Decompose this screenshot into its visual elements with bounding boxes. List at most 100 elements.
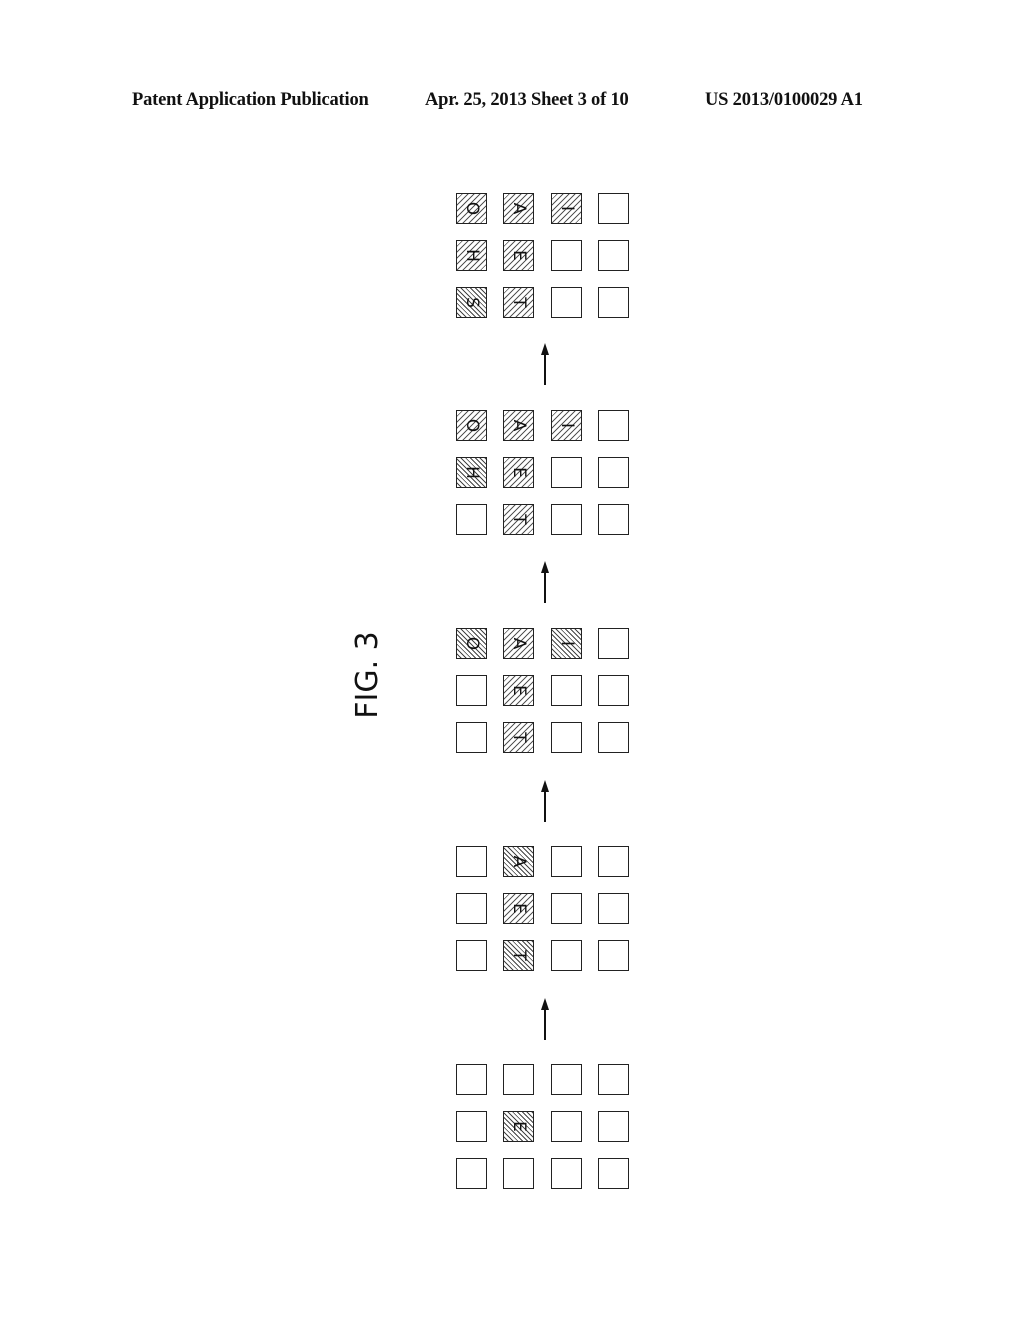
publication-type: Patent Application Publication: [132, 90, 369, 110]
empty-tile: [551, 240, 582, 271]
tile-letter: A: [509, 637, 529, 650]
letter-tile: I: [551, 193, 582, 224]
letter-tile: A: [503, 846, 534, 877]
empty-tile: [456, 504, 487, 535]
tile-letter: H: [462, 249, 482, 262]
arrow-up-icon: [541, 561, 549, 603]
letter-tile: S: [456, 287, 487, 318]
letter-tile: A: [503, 628, 534, 659]
empty-tile: [551, 504, 582, 535]
tile-letter: A: [509, 202, 529, 215]
letter-tile: A: [503, 193, 534, 224]
empty-tile: [598, 240, 629, 271]
tile-letter: T: [509, 950, 529, 961]
empty-tile: [598, 846, 629, 877]
tile-letter: I: [557, 422, 577, 428]
tile-letter: O: [462, 418, 482, 433]
empty-tile: [503, 1158, 534, 1189]
empty-tile: [551, 940, 582, 971]
empty-tile: [551, 1111, 582, 1142]
letter-tile: T: [503, 504, 534, 535]
empty-tile: [551, 1158, 582, 1189]
arrow-up-icon: [541, 780, 549, 822]
letter-tile: I: [551, 410, 582, 441]
tile-letter: I: [557, 205, 577, 211]
empty-tile: [598, 193, 629, 224]
empty-tile: [456, 893, 487, 924]
letter-tile: O: [456, 193, 487, 224]
letter-tile: E: [503, 893, 534, 924]
empty-tile: [598, 1064, 629, 1095]
publication-date-sheet: Apr. 25, 2013 Sheet 3 of 10: [425, 90, 629, 110]
arrow-shaft: [544, 353, 546, 385]
letter-tile: T: [503, 287, 534, 318]
tile-letter: I: [557, 640, 577, 646]
arrow-up-icon: [541, 343, 549, 385]
letter-tile: E: [503, 457, 534, 488]
empty-tile: [551, 893, 582, 924]
letter-tile: E: [503, 675, 534, 706]
empty-tile: [551, 287, 582, 318]
empty-tile: [598, 1158, 629, 1189]
empty-tile: [598, 628, 629, 659]
empty-tile: [456, 1158, 487, 1189]
empty-tile: [503, 1064, 534, 1095]
empty-tile: [598, 504, 629, 535]
tile-letter: E: [509, 467, 529, 478]
tile-letter: A: [509, 419, 529, 432]
empty-tile: [551, 1064, 582, 1095]
letter-tile: H: [456, 240, 487, 271]
empty-tile: [598, 287, 629, 318]
letter-tile: O: [456, 410, 487, 441]
tile-letter: H: [462, 466, 482, 479]
empty-tile: [456, 846, 487, 877]
empty-tile: [598, 1111, 629, 1142]
arrow-shaft: [544, 1008, 546, 1040]
empty-tile: [598, 893, 629, 924]
tile-letter: E: [509, 903, 529, 914]
stage-grid-3: O A I E T: [456, 628, 632, 756]
letter-tile: A: [503, 410, 534, 441]
empty-tile: [598, 410, 629, 441]
stage-grid-5: O A I H E S T: [456, 193, 632, 321]
empty-tile: [598, 675, 629, 706]
tile-letter: O: [462, 636, 482, 651]
letter-tile: H: [456, 457, 487, 488]
arrow-up-icon: [541, 998, 549, 1040]
arrow-shaft: [544, 571, 546, 603]
empty-tile: [456, 1111, 487, 1142]
empty-tile: [551, 722, 582, 753]
page-header: Patent Application Publication Apr. 25, …: [0, 90, 1024, 114]
empty-tile: [551, 675, 582, 706]
empty-tile: [456, 722, 487, 753]
letter-tile: T: [503, 722, 534, 753]
empty-tile: [598, 940, 629, 971]
empty-tile: [456, 1064, 487, 1095]
empty-tile: [598, 722, 629, 753]
tile-letter: O: [462, 201, 482, 216]
stage-grid-1: E: [456, 1064, 632, 1192]
tile-letter: E: [509, 250, 529, 261]
tile-letter: T: [509, 297, 529, 308]
empty-tile: [598, 457, 629, 488]
letter-tile: O: [456, 628, 487, 659]
tile-letter: T: [509, 732, 529, 743]
empty-tile: [551, 846, 582, 877]
letter-tile: T: [503, 940, 534, 971]
tile-letter: E: [509, 685, 529, 696]
tile-letter: A: [509, 855, 529, 868]
tile-letter: S: [462, 297, 482, 308]
letter-tile: E: [503, 240, 534, 271]
letter-tile: E: [503, 1111, 534, 1142]
stage-grid-2: A E T: [456, 846, 632, 974]
empty-tile: [456, 940, 487, 971]
figure-label: FIG. 3: [350, 631, 385, 719]
empty-tile: [456, 675, 487, 706]
tile-letter: T: [509, 514, 529, 525]
stage-grid-4: O A I H E T: [456, 410, 632, 538]
arrow-shaft: [544, 790, 546, 822]
publication-number: US 2013/0100029 A1: [705, 90, 863, 110]
tile-letter: E: [509, 1121, 529, 1132]
letter-tile: I: [551, 628, 582, 659]
empty-tile: [551, 457, 582, 488]
